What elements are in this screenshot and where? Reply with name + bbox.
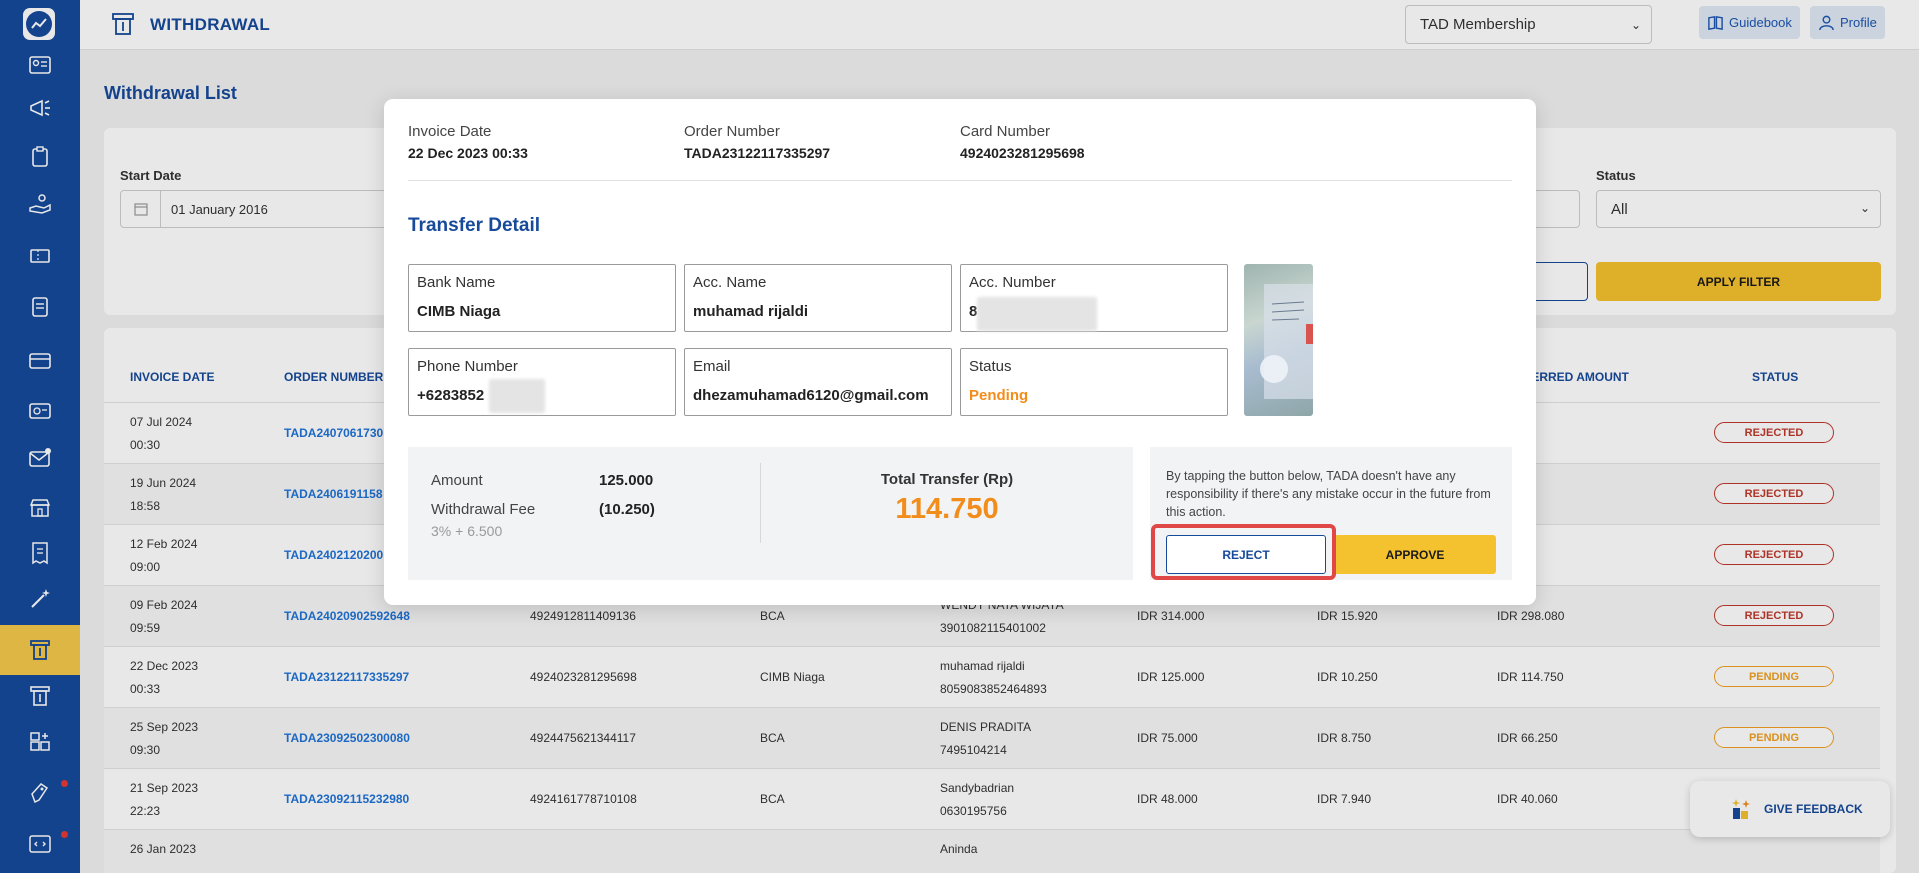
card-number-label: Card Number xyxy=(960,123,1051,140)
total-transfer-label: Total Transfer (Rp) xyxy=(880,471,1014,488)
status-label: Status xyxy=(969,358,1012,375)
disclaimer-text: By tapping the button below, TADA doesn'… xyxy=(1166,469,1491,519)
total-transfer-value: 114.750 xyxy=(895,493,999,525)
transfer-proof-image[interactable] xyxy=(1244,264,1313,416)
amount-value: 125.000 xyxy=(599,472,654,489)
phone-number-value: +6283852 xyxy=(417,387,485,404)
bank-name-label: Bank Name xyxy=(417,274,496,291)
bank-name-field: Bank Name CIMB Niaga xyxy=(408,264,676,332)
email-field: Email dhezamuhamad6120@gmail.com xyxy=(684,348,952,416)
redacted-block xyxy=(977,297,1097,331)
order-number-value: TADA23122117335297 xyxy=(684,145,831,161)
card-number-value: 4924023281295698 xyxy=(960,145,1085,161)
status-field: Status Pending xyxy=(960,348,1228,416)
bank-name-value: CIMB Niaga xyxy=(417,303,501,320)
acc-name-value: muhamad rijaldi xyxy=(693,303,809,320)
email-label: Email xyxy=(693,358,731,375)
transfer-detail-title: Transfer Detail xyxy=(408,215,540,236)
acc-name-field: Acc. Name muhamad rijaldi xyxy=(684,264,952,332)
order-number-label: Order Number xyxy=(684,123,780,140)
invoice-date-label: Invoice Date xyxy=(408,123,492,140)
status-value: Pending xyxy=(969,387,1029,404)
reject-button-highlight xyxy=(1151,524,1336,580)
withdrawal-fee-note: 3% + 6.500 xyxy=(431,523,503,539)
email-value: dhezamuhamad6120@gmail.com xyxy=(693,387,929,404)
approve-button[interactable]: APPROVE xyxy=(1334,535,1496,574)
phone-number-label: Phone Number xyxy=(417,358,518,375)
withdrawal-fee-value: (10.250) xyxy=(599,501,655,518)
acc-number-field: Acc. Number 8 xyxy=(960,264,1228,332)
invoice-date-value: 22 Dec 2023 00:33 xyxy=(408,145,528,161)
withdrawal-fee-label: Withdrawal Fee xyxy=(431,501,536,518)
proof-photo xyxy=(1260,284,1313,399)
redacted-block xyxy=(489,379,545,413)
phone-number-field: Phone Number +6283852 xyxy=(408,348,676,416)
amount-label: Amount xyxy=(431,472,483,489)
acc-name-label: Acc. Name xyxy=(693,274,767,291)
amount-summary: Amount 125.000 Withdrawal Fee (10.250) 3… xyxy=(408,447,1133,580)
divider xyxy=(408,180,1512,181)
acc-number-label: Acc. Number xyxy=(969,274,1056,291)
withdrawal-detail-modal: Invoice Date 22 Dec 2023 00:33 Order Num… xyxy=(384,99,1536,605)
